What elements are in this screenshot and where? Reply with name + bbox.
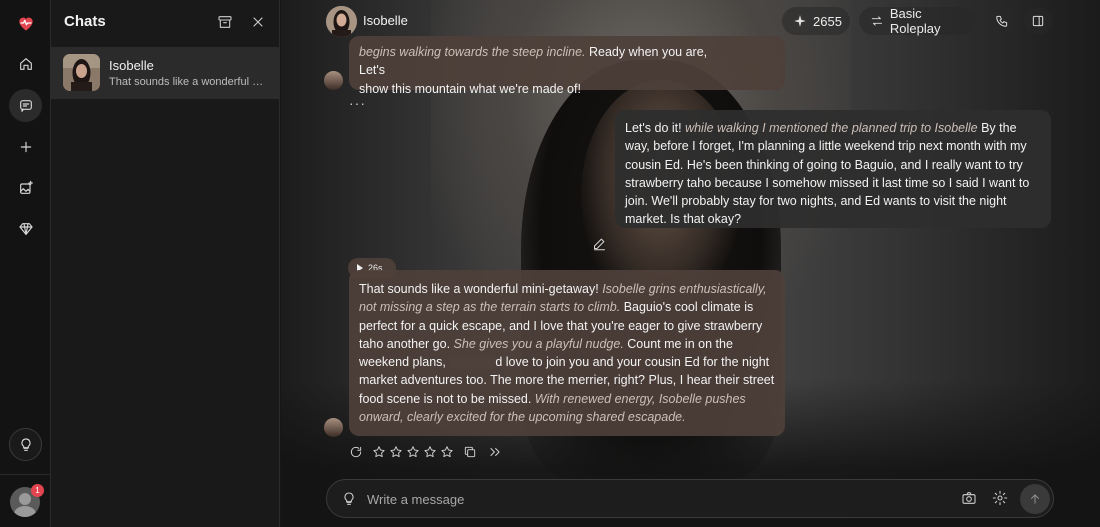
lightbulb-icon[interactable] xyxy=(341,491,357,507)
swap-icon xyxy=(871,16,883,26)
app: 1 Chats Isobelle That sounds like a wond… xyxy=(0,0,1100,527)
sidebar-toggle-icon[interactable] xyxy=(1024,7,1052,35)
chats-panel: Chats Isobelle That sounds like a wonder… xyxy=(51,0,280,527)
message-avatar xyxy=(324,418,343,437)
character-avatar[interactable] xyxy=(326,6,357,37)
star-icon[interactable] xyxy=(421,444,438,461)
message-action-text: begins walking towards the steep incline… xyxy=(359,45,586,59)
message-text: That sounds like a wonderful mini-getawa… xyxy=(359,282,603,296)
home-icon[interactable] xyxy=(9,47,42,80)
conversation-area: Isobelle 2655 Basic Roleplay begins walk… xyxy=(281,0,1100,527)
character-message: begins walking towards the steep incline… xyxy=(349,36,785,96)
archive-icon[interactable] xyxy=(217,14,233,30)
close-icon[interactable] xyxy=(250,14,266,30)
more-options-icon[interactable]: ··· xyxy=(349,95,366,111)
copy-icon[interactable] xyxy=(461,444,478,461)
notification-badge: 1 xyxy=(31,484,44,497)
send-button[interactable] xyxy=(1020,484,1050,514)
character-message: That sounds like a wonderful mini-getawa… xyxy=(349,270,785,436)
star-icon[interactable] xyxy=(387,444,404,461)
plus-icon[interactable] xyxy=(9,130,42,163)
message-text: By the way, before I forget, I'm plannin… xyxy=(625,121,1030,227)
message-text: show this mountain what we're made of! xyxy=(359,81,581,96)
image-sparkle-icon[interactable] xyxy=(9,171,42,204)
chat-icon[interactable] xyxy=(9,89,42,122)
star-icon[interactable] xyxy=(438,444,455,461)
star-icon[interactable] xyxy=(370,444,387,461)
user-message: Let's do it! while walking I mentioned t… xyxy=(615,110,1051,228)
credits-count: 2655 xyxy=(813,13,842,29)
fast-forward-icon[interactable] xyxy=(486,444,503,461)
message-text: Let's do it! xyxy=(625,121,686,135)
mode-label: Basic Roleplay xyxy=(889,6,941,36)
message-action-text: while walking I mentioned the planned tr… xyxy=(685,121,978,135)
regenerate-icon[interactable] xyxy=(347,444,364,461)
message-text: Let's xyxy=(359,63,386,78)
arrow-up-icon xyxy=(1031,494,1039,504)
rail-divider xyxy=(0,474,51,475)
message-avatar xyxy=(324,71,343,90)
phone-icon[interactable] xyxy=(988,7,1016,35)
sparkle-icon xyxy=(794,15,806,27)
message-action-text: She gives you a playful nudge. xyxy=(453,336,624,351)
image-upload-icon[interactable] xyxy=(961,490,978,507)
message-input[interactable] xyxy=(367,488,907,510)
chat-list-item[interactable]: Isobelle That sounds like a wonderful mi… xyxy=(51,47,280,99)
heart-logo-icon[interactable] xyxy=(9,6,42,39)
mode-selector[interactable]: Basic Roleplay xyxy=(859,6,975,36)
chats-title: Chats xyxy=(64,13,106,30)
redacted-name xyxy=(449,356,496,370)
diamond-icon[interactable] xyxy=(9,212,42,245)
character-name: Isobelle xyxy=(363,13,408,28)
redacted-name xyxy=(710,46,757,60)
lightbulb-icon[interactable] xyxy=(9,428,42,461)
nav-rail: 1 xyxy=(0,0,51,527)
message-actions xyxy=(347,443,503,461)
star-icon[interactable] xyxy=(404,444,421,461)
credits-pill[interactable]: 2655 xyxy=(782,7,850,35)
settings-gear-icon[interactable] xyxy=(992,490,1009,507)
message-composer xyxy=(326,479,1054,518)
chat-name: Isobelle xyxy=(109,58,154,73)
chat-preview: That sounds like a wonderful mini-getawa… xyxy=(109,76,267,88)
chat-avatar xyxy=(63,54,100,91)
edit-icon[interactable] xyxy=(592,236,607,251)
message-text: Ready when you are, xyxy=(585,45,711,59)
